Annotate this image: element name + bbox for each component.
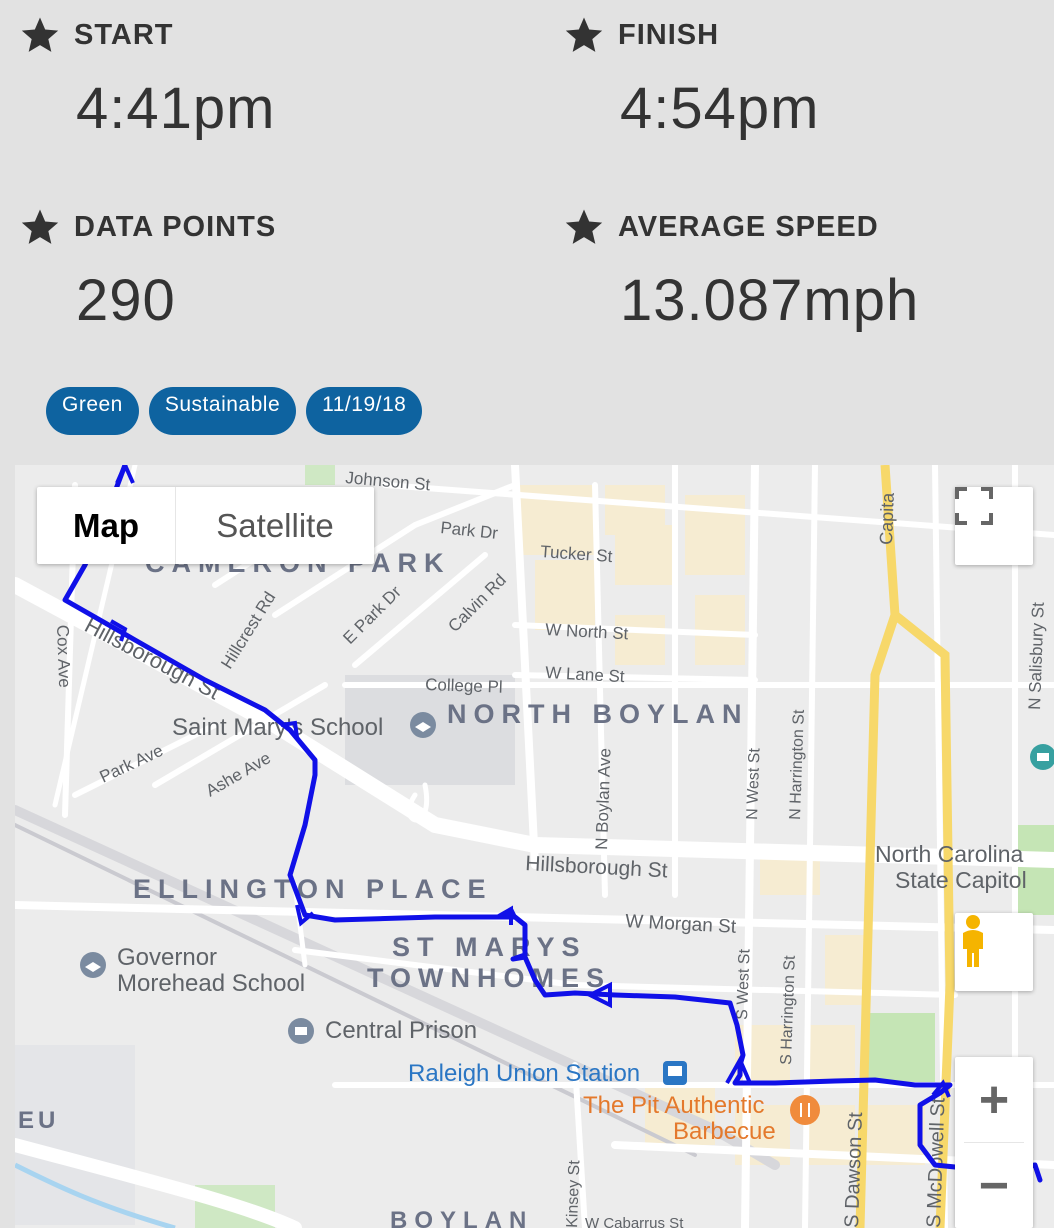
map-canvas[interactable]: Johnson St Park Dr Tucker St Capita CAME… xyxy=(15,465,1054,1228)
finish-label: FINISH xyxy=(618,18,720,51)
data-points-stat: DATA POINTS 290 xyxy=(20,207,276,334)
data-points-value: 290 xyxy=(76,268,176,333)
map-label: N West St xyxy=(744,747,764,820)
restaurant-pin-icon[interactable] xyxy=(790,1095,820,1125)
star-icon xyxy=(21,209,59,244)
map-label: N Boylan Ave xyxy=(592,748,615,850)
map-type-satellite-button[interactable]: Satellite xyxy=(176,487,374,564)
map-label: Cox Ave xyxy=(53,624,74,688)
map-label: S West St xyxy=(734,948,753,1020)
school-pin-icon[interactable] xyxy=(80,952,106,978)
data-points-label: DATA POINTS xyxy=(74,210,277,243)
zoom-out-button[interactable]: − xyxy=(955,1143,1033,1228)
pegman-icon xyxy=(963,915,983,967)
map-label: Central Prison xyxy=(325,1017,477,1044)
map-label: Governor xyxy=(117,944,217,971)
school-pin-icon[interactable] xyxy=(410,712,436,738)
star-icon xyxy=(565,17,603,52)
start-label: START xyxy=(74,18,174,51)
government-pin-icon[interactable] xyxy=(288,1018,314,1044)
map-label: The Pit Authentic xyxy=(583,1092,764,1119)
tag-list: Green Sustainable 11/19/18 xyxy=(46,387,423,435)
map-label: Morehead School xyxy=(117,970,305,997)
map-label: Capita xyxy=(876,491,898,545)
map-label: Raleigh Union Station xyxy=(408,1060,640,1087)
start-stat: START 4:41pm xyxy=(20,15,275,142)
star-icon xyxy=(565,209,603,244)
star-icon xyxy=(21,17,59,52)
map-label: NORTH BOYLAN xyxy=(447,699,749,729)
map-label: TOWNHOMES xyxy=(367,963,611,993)
fullscreen-icon xyxy=(955,487,993,525)
map-type-map-button[interactable]: Map xyxy=(37,487,176,564)
average-speed-label: AVERAGE SPEED xyxy=(618,210,879,243)
street-view-button[interactable] xyxy=(955,913,1033,991)
map-label: ELLINGTON PLACE xyxy=(133,874,493,904)
zoom-control: + − xyxy=(955,1057,1033,1228)
route-map[interactable]: Johnson St Park Dr Tucker St Capita CAME… xyxy=(15,465,1054,1228)
map-label: Barbecue xyxy=(673,1118,776,1145)
map-label: EU xyxy=(18,1107,59,1134)
tag-date[interactable]: 11/19/18 xyxy=(306,387,423,435)
map-label: North Carolina xyxy=(875,841,1023,867)
map-label: BOYLAN xyxy=(390,1207,533,1228)
map-label: Kinsey St xyxy=(564,1159,583,1228)
average-speed-value: 13.087mph xyxy=(620,268,920,333)
fullscreen-button[interactable] xyxy=(955,487,1033,565)
start-value: 4:41pm xyxy=(76,76,276,141)
zoom-in-button[interactable]: + xyxy=(955,1057,1033,1142)
map-label: W Cabarrus St xyxy=(585,1215,684,1228)
map-type-control: Map Satellite xyxy=(37,487,374,564)
map-label: S McDowell St xyxy=(923,1097,950,1228)
transit-station-icon[interactable] xyxy=(663,1061,687,1085)
map-label: State Capitol xyxy=(895,867,1027,893)
finish-value: 4:54pm xyxy=(620,76,820,141)
map-label: S Dawson St xyxy=(841,1111,867,1228)
map-label: N Salisbury St xyxy=(1025,602,1048,711)
tag-green[interactable]: Green xyxy=(46,387,139,435)
map-label: College Pl xyxy=(425,675,503,697)
map-label: ST MARYS xyxy=(392,932,587,962)
finish-stat: FINISH 4:54pm xyxy=(564,15,819,142)
tag-sustainable[interactable]: Sustainable xyxy=(148,387,297,435)
average-speed-stat: AVERAGE SPEED 13.087mph xyxy=(564,207,919,334)
